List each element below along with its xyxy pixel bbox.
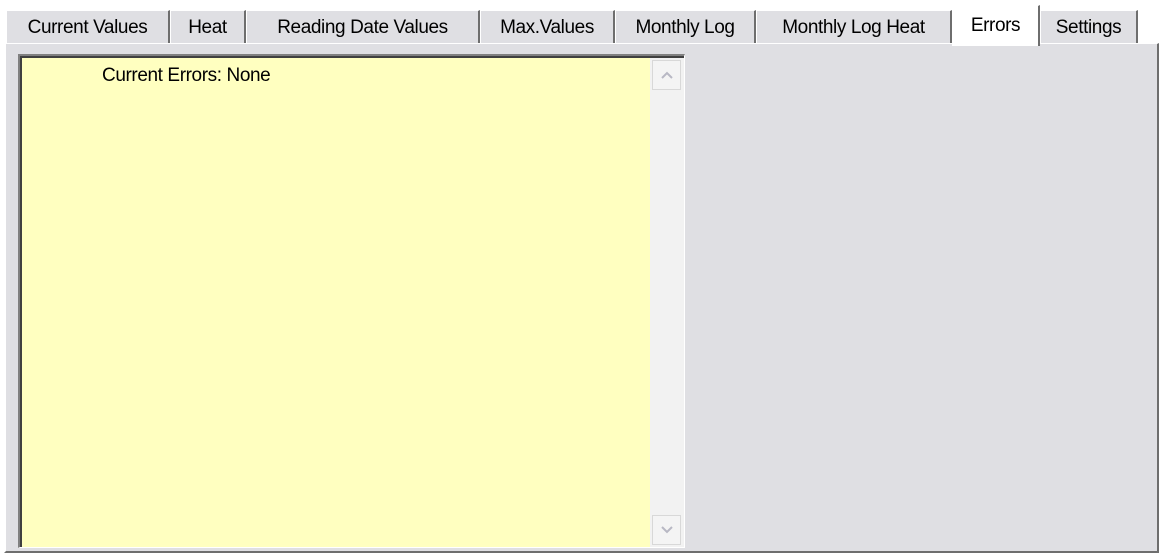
- chevron-down-icon: [661, 526, 673, 534]
- tab-monthly-log-heat[interactable]: Monthly Log Heat: [756, 10, 952, 44]
- tab-current-values[interactable]: Current Values: [6, 10, 170, 44]
- tab-max-values[interactable]: Max.Values: [480, 10, 615, 44]
- tab-heat[interactable]: Heat: [170, 10, 246, 44]
- current-errors-text: Current Errors: None: [102, 65, 271, 86]
- tab-settings[interactable]: Settings: [1040, 10, 1138, 44]
- tab-monthly-log[interactable]: Monthly Log: [615, 10, 756, 44]
- chevron-up-icon: [661, 71, 673, 79]
- scroll-up-button[interactable]: [652, 60, 681, 90]
- tab-reading-date-values[interactable]: Reading Date Values: [246, 10, 480, 44]
- scroll-down-button[interactable]: [652, 515, 681, 545]
- vertical-scrollbar[interactable]: [650, 58, 684, 547]
- errors-list-box[interactable]: Current Errors: None: [18, 54, 685, 548]
- tab-errors[interactable]: Errors: [952, 5, 1040, 46]
- tab-strip: Current Values Heat Reading Date Values …: [0, 0, 1163, 46]
- errors-list-area: Current Errors: None: [20, 56, 684, 547]
